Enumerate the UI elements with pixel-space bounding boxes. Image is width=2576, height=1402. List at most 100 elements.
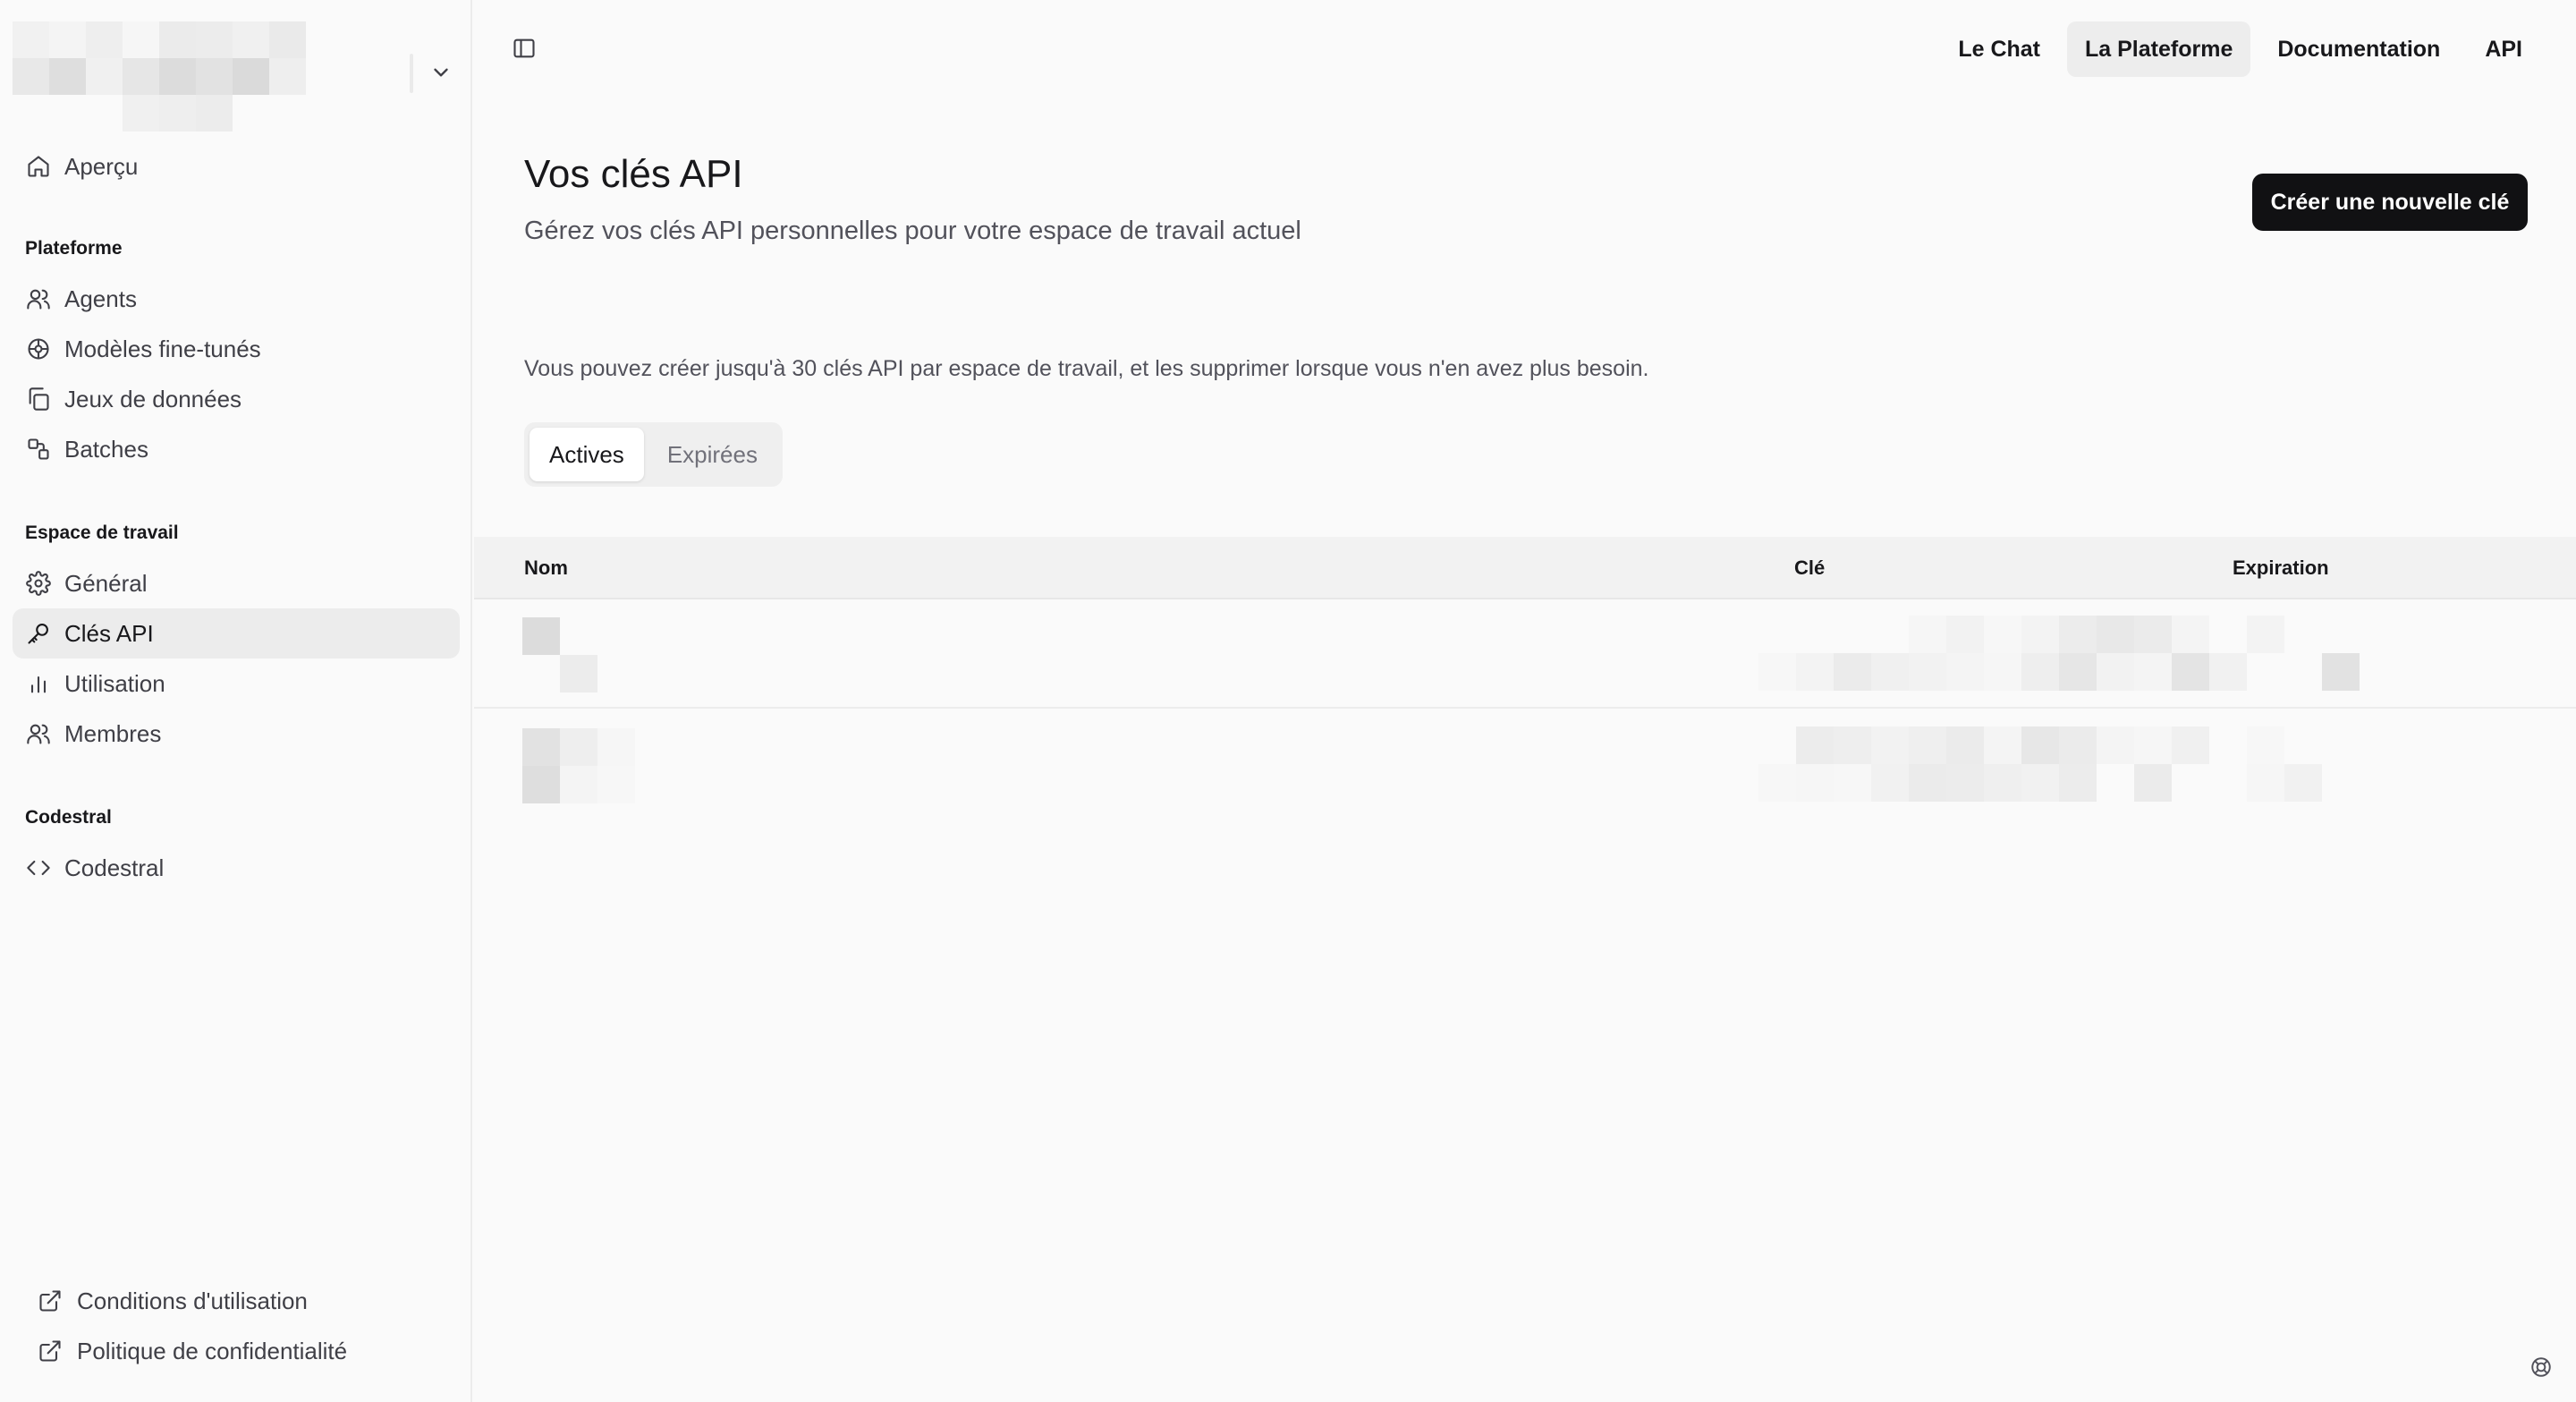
page-title: Vos clés API [524,152,743,196]
redaction-pixel [2172,653,2209,691]
redaction-pixel [123,95,159,132]
section-title-plateforme: Plateforme [25,238,123,259]
sidebar-item-general[interactable]: Général [13,558,460,608]
redaction-pixel [13,58,49,95]
chevron-down-icon[interactable] [429,61,453,84]
redaction-pixel [2059,616,2097,653]
sidebar-item-label: Jeux de données [64,385,242,412]
redaction-pixel [1909,616,1946,653]
sidebar-item-batches[interactable]: Batches [13,424,460,474]
redaction-pixel [2097,616,2134,653]
redaction-pixel [196,58,233,95]
redaction-pixel [13,21,49,58]
redaction-pixel [597,766,635,803]
sidebar-item-label: Aperçu [64,152,139,180]
redaction-pixel [233,58,269,95]
redaction-pixel [1909,764,1946,802]
redaction-pixel [2172,616,2209,653]
table-row[interactable] [474,599,2576,709]
workspace-divider [410,54,413,93]
section-title-espace-de-travail: Espace de travail [25,523,179,543]
redaction-pixel [2021,653,2059,691]
privacy-link[interactable]: Politique de confidentialité [36,1331,347,1371]
redaction-pixel [1758,764,1796,802]
redaction-pixel [522,617,560,655]
redaction-pixel [2134,616,2172,653]
redaction-pixel [1796,653,1834,691]
redaction-pixel [269,58,306,95]
sidebar-item-label: Codestral [64,854,165,881]
sidebar: Aperçu Plateforme Agents Modèles fine-tu… [0,0,472,1402]
redaction-pixel [2059,726,2097,764]
help-icon[interactable] [2528,1354,2555,1381]
sidebar-item-finetuned-models[interactable]: Modèles fine-tunés [13,324,460,374]
privacy-link-label: Politique de confidentialité [77,1337,348,1364]
users-icon [25,720,52,747]
redaction-pixel [2059,764,2097,802]
redaction-pixel [2021,726,2059,764]
redaction-pixel [2059,653,2097,691]
redaction-pixel [2134,726,2172,764]
redaction-pixel [2247,764,2284,802]
redaction-pixel [1796,764,1834,802]
redaction-pixel [1871,653,1909,691]
redaction-pixel [1984,653,2021,691]
tab-expirees[interactable]: Expirées [648,428,777,481]
tab-actives[interactable]: Actives [530,428,644,481]
redaction-pixel [1796,726,1834,764]
sidebar-item-label: Membres [64,719,162,747]
redaction-pixel [159,58,196,95]
redaction-pixel [2322,653,2360,691]
table-header: Nom Clé Expiration [474,537,2576,599]
redaction-pixel [1834,653,1871,691]
key-icon [25,620,52,647]
redaction-pixel [2247,726,2284,764]
redaction-pixel [123,21,159,58]
redaction-pixel [159,95,196,132]
api-keys-table: Nom Clé Expiration [474,537,2576,818]
topnav-la-plateforme[interactable]: La Plateforme [2067,21,2251,77]
sidebar-item-agents[interactable]: Agents [13,274,460,324]
redaction-pixel [233,21,269,58]
info-text: Vous pouvez créer jusqu'à 30 clés API pa… [524,356,1649,381]
redaction-pixel [2134,764,2172,802]
home-icon [25,153,52,180]
sidebar-item-label: Utilisation [64,669,165,697]
sidebar-toggle-icon[interactable] [510,34,538,63]
sidebar-item-datasets[interactable]: Jeux de données [13,374,460,424]
section-title-codestral: Codestral [25,807,112,828]
redaction-pixel [597,728,635,766]
redaction-pixel [2021,616,2059,653]
column-header-expiration: Expiration [2233,557,2329,579]
workspace-switcher[interactable] [13,21,460,132]
table-row[interactable] [474,709,2576,818]
gear-icon [25,570,52,597]
redaction-pixel [2172,726,2209,764]
page-subtitle: Gérez vos clés API personnelles pour vot… [524,217,1301,245]
redaction-pixel [1984,616,2021,653]
redaction-pixel [1834,726,1871,764]
topnav-documentation[interactable]: Documentation [2259,21,2458,77]
column-header-name: Nom [524,557,568,579]
redaction-pixel [2097,726,2134,764]
sidebar-item-codestral[interactable]: Codestral [13,843,460,893]
redaction-pixel [560,655,597,693]
redaction-pixel [1871,764,1909,802]
terms-link[interactable]: Conditions d'utilisation [36,1281,308,1321]
model-icon [25,336,52,362]
column-header-key: Clé [1794,557,1826,579]
create-new-key-button[interactable]: Créer une nouvelle clé [2252,174,2528,231]
sidebar-item-api-keys[interactable]: Clés API [13,608,460,659]
users-icon [25,285,52,312]
topnav-le-chat[interactable]: Le Chat [1940,21,2058,77]
redaction-pixel [49,21,86,58]
batches-icon [25,436,52,463]
sidebar-item-overview[interactable]: Aperçu [13,141,460,191]
terms-link-label: Conditions d'utilisation [77,1287,308,1314]
copy-icon [25,386,52,412]
topnav-api[interactable]: API [2467,21,2540,77]
redaction-pixel [1946,764,1984,802]
sidebar-item-members[interactable]: Membres [13,709,460,759]
redaction-pixel [1909,653,1946,691]
sidebar-item-usage[interactable]: Utilisation [13,659,460,709]
